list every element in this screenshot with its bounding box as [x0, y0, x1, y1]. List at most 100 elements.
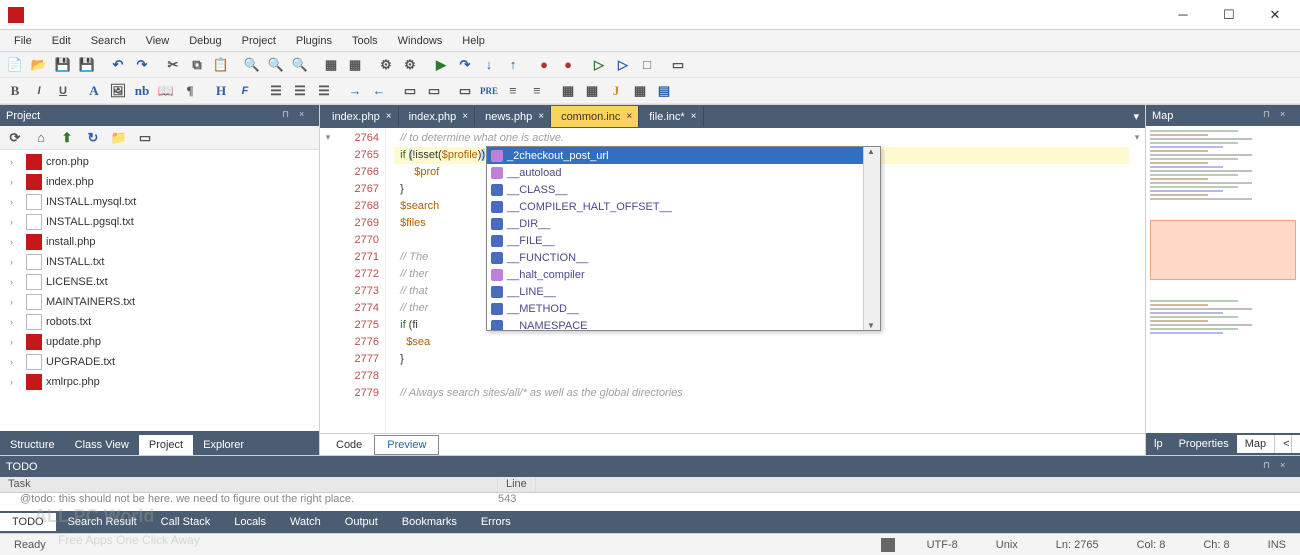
form-button[interactable]: ▭: [454, 80, 476, 102]
tree-item[interactable]: ›install.php: [0, 232, 319, 252]
line-gutter[interactable]: 2764276527662767276827692770277127722773…: [336, 128, 386, 433]
save-all-button[interactable]: 💾: [76, 54, 98, 76]
run-button[interactable]: ▶: [430, 54, 452, 76]
menu-project[interactable]: Project: [232, 33, 286, 49]
status-encoding[interactable]: UTF-8: [921, 539, 964, 551]
autocomplete-item[interactable]: __LINE__: [487, 283, 863, 300]
column-line[interactable]: Line: [498, 477, 536, 492]
search-button[interactable]: 🔍: [241, 54, 263, 76]
bottom-tab-locals[interactable]: Locals: [222, 513, 278, 531]
menu-tools[interactable]: Tools: [342, 33, 388, 49]
tool-a-button[interactable]: ▦: [320, 54, 342, 76]
maximize-button[interactable]: ☐: [1206, 0, 1252, 30]
tab-close-icon[interactable]: ×: [462, 111, 468, 122]
close-button[interactable]: ✕: [1252, 0, 1298, 30]
undo-button[interactable]: ↶: [107, 54, 129, 76]
right-tab-properties[interactable]: Properties: [1171, 435, 1237, 453]
status-line[interactable]: Ln: 2765: [1050, 539, 1105, 551]
panel-close-icon[interactable]: ×: [1280, 109, 1294, 123]
image-button[interactable]: 🖼: [107, 80, 129, 102]
tab-structure[interactable]: Structure: [0, 435, 65, 455]
autocomplete-item[interactable]: __METHOD__: [487, 300, 863, 317]
menu-search[interactable]: Search: [81, 33, 136, 49]
italic-button[interactable]: I: [28, 80, 50, 102]
tab-nav-icon[interactable]: <: [1274, 435, 1291, 453]
editor-tab[interactable]: index.php×: [399, 106, 476, 127]
project-home-button[interactable]: ⌂: [30, 127, 52, 149]
list-button[interactable]: ≡: [502, 80, 524, 102]
tab-class-view[interactable]: Class View: [65, 435, 139, 455]
table-button[interactable]: ▦: [557, 80, 579, 102]
tree-item[interactable]: ›update.php: [0, 332, 319, 352]
autocomplete-popup[interactable]: _2checkout_post_url__autoload__CLASS____…: [486, 146, 881, 331]
fold-gutter[interactable]: ▾: [320, 128, 336, 433]
options-button[interactable]: ⚙: [399, 54, 421, 76]
tab-nav-icon[interactable]: >: [1291, 435, 1300, 453]
project-refresh-button[interactable]: ↻: [82, 127, 104, 149]
menu-edit[interactable]: Edit: [42, 33, 81, 49]
save-button[interactable]: 💾: [52, 54, 74, 76]
tree-item[interactable]: ›INSTALL.mysql.txt: [0, 192, 319, 212]
tab-project[interactable]: Project: [139, 435, 193, 455]
tab-explorer[interactable]: Explorer: [193, 435, 254, 455]
step-into-button[interactable]: ↓: [478, 54, 500, 76]
pre-button[interactable]: PRE: [478, 80, 500, 102]
settings-button[interactable]: ⚙: [375, 54, 397, 76]
tab-close-icon[interactable]: ×: [691, 111, 697, 122]
bottom-tab-watch[interactable]: Watch: [278, 513, 333, 531]
project-tree[interactable]: ›cron.php›index.php›INSTALL.mysql.txt›IN…: [0, 150, 319, 431]
tree-item[interactable]: ›robots.txt: [0, 312, 319, 332]
font-button[interactable]: F: [234, 80, 256, 102]
tree-item[interactable]: ›cron.php: [0, 152, 319, 172]
paste-button[interactable]: 📋: [210, 54, 232, 76]
underline-button[interactable]: U: [52, 80, 74, 102]
redo-button[interactable]: ↷: [131, 54, 153, 76]
bottom-tab-call-stack[interactable]: Call Stack: [149, 513, 223, 531]
nonbreak-button[interactable]: nb: [131, 80, 153, 102]
new-file-button[interactable]: 📄: [4, 54, 26, 76]
bottom-tab-bookmarks[interactable]: Bookmarks: [390, 513, 469, 531]
tree-item[interactable]: ›LICENSE.txt: [0, 272, 319, 292]
menu-plugins[interactable]: Plugins: [286, 33, 342, 49]
minimap[interactable]: [1146, 126, 1300, 433]
bold-button[interactable]: B: [4, 80, 26, 102]
autocomplete-item[interactable]: __FUNCTION__: [487, 249, 863, 266]
project-collapse-button[interactable]: ▭: [134, 127, 156, 149]
minimize-button[interactable]: ─: [1160, 0, 1206, 30]
todo-list[interactable]: @todo: this should not be here. we need …: [0, 493, 1300, 511]
bottom-tab-output[interactable]: Output: [333, 513, 390, 531]
replace-button[interactable]: 🔍: [289, 54, 311, 76]
right-tab-map[interactable]: Map: [1237, 435, 1274, 453]
menu-file[interactable]: File: [4, 33, 42, 49]
autocomplete-item[interactable]: __autoload: [487, 164, 863, 181]
open-button[interactable]: 📂: [28, 54, 50, 76]
tab-close-icon[interactable]: ×: [626, 111, 632, 122]
align-right-button[interactable]: ☰: [313, 80, 335, 102]
pilcrow-button[interactable]: ¶: [179, 80, 201, 102]
autocomplete-item[interactable]: __DIR__: [487, 215, 863, 232]
menu-view[interactable]: View: [136, 33, 180, 49]
tree-item[interactable]: ›INSTALL.pgsql.txt: [0, 212, 319, 232]
next-button[interactable]: ▷: [612, 54, 634, 76]
editor-dropdown-icon[interactable]: ▾: [1129, 128, 1145, 433]
autocomplete-item[interactable]: __CLASS__: [487, 181, 863, 198]
project-folder-button[interactable]: 📁: [108, 127, 130, 149]
tree-item[interactable]: ›MAINTAINERS.txt: [0, 292, 319, 312]
view-tab-code[interactable]: Code: [324, 436, 374, 454]
tree-item[interactable]: ›index.php: [0, 172, 319, 192]
panel-close-icon[interactable]: ×: [299, 109, 313, 123]
column-task[interactable]: Task: [0, 477, 498, 492]
project-sync-button[interactable]: ⟳: [4, 127, 26, 149]
project-up-button[interactable]: ⬆: [56, 127, 78, 149]
bottom-tab-errors[interactable]: Errors: [469, 513, 523, 531]
menu-windows[interactable]: Windows: [388, 33, 453, 49]
find-files-button[interactable]: 🔍: [265, 54, 287, 76]
play-button[interactable]: ▷: [588, 54, 610, 76]
js-button[interactable]: J: [605, 80, 627, 102]
todo-row[interactable]: @todo: this should not be here. we need …: [0, 493, 1300, 511]
arrow-left-button[interactable]: ←: [368, 80, 390, 102]
autocomplete-item[interactable]: __COMPILER_HALT_OFFSET__: [487, 198, 863, 215]
align-left-button[interactable]: ☰: [265, 80, 287, 102]
tree-item[interactable]: ›xmlrpc.php: [0, 372, 319, 392]
copy-button[interactable]: ⧉: [186, 54, 208, 76]
